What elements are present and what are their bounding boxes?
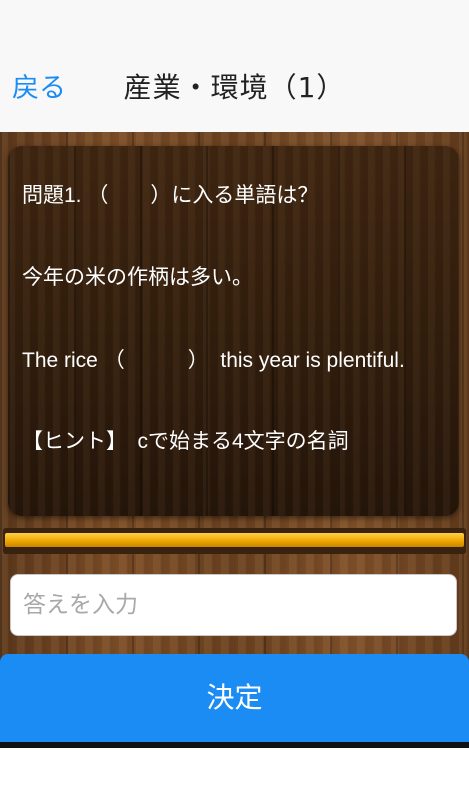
- hint-text: 【ヒント】 cで始まる4文字の名詞: [22, 430, 349, 453]
- time-progress-bar: [3, 528, 466, 554]
- answer-input[interactable]: [10, 574, 457, 636]
- quiz-screen: 戻る 産業・環境（1） 問題1. （ ）に入る単語は？ 今年の米の作柄は多い。 …: [0, 0, 469, 800]
- japanese-sentence: 今年の米の作柄は多い。: [22, 266, 253, 289]
- navigation-bar: 戻る 産業・環境（1）: [0, 0, 469, 133]
- wood-background: 問題1. （ ）に入る単語は？ 今年の米の作柄は多い。 The rice （ ）…: [0, 132, 469, 744]
- question-number-text: 問題1. （ ）に入る単語は？: [22, 184, 319, 207]
- question-card: 問題1. （ ）に入る単語は？ 今年の米の作柄は多い。 The rice （ ）…: [8, 146, 459, 516]
- page-title: 産業・環境（1）: [123, 71, 346, 104]
- time-progress-fill: [5, 533, 464, 547]
- submit-button[interactable]: 決定: [0, 654, 469, 742]
- bottom-strip: [0, 742, 469, 748]
- english-sentence: The rice （ ） this year is plentiful.: [22, 349, 405, 372]
